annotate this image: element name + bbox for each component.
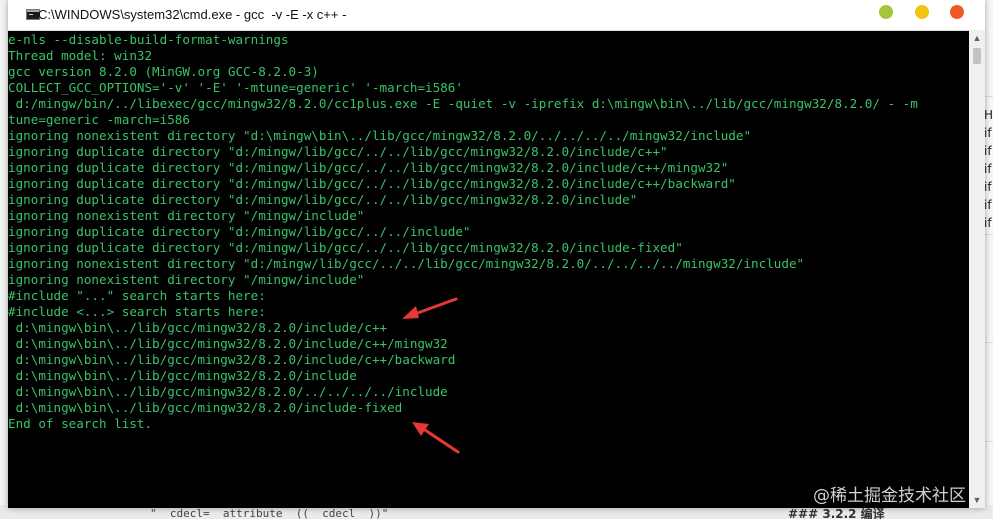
background-code: " cdecl= attribute (( cdecl ))" [150,507,389,519]
console-line: ignoring nonexistent directory "d:\mingw… [8,128,752,143]
console-line: ignoring duplicate directory "d:/mingw/l… [8,240,683,255]
annotation-arrow-lower [412,422,460,454]
background-text: if [984,198,992,212]
console-line: d:\mingw\bin\../lib/gcc/mingw32/8.2.0/..… [8,384,448,399]
console-line: ignoring nonexistent directory "/mingw/i… [8,272,365,287]
console-line: ignoring duplicate directory "d:/mingw/l… [8,192,638,207]
console-line: e-nls --disable-build-format-warnings [8,32,289,47]
console-line: COLLECT_GCC_OPTIONS='-v' '-E' '-mtune=ge… [8,80,463,95]
watermark: @稀土掘金技术社区 [813,486,966,506]
background-text: H [984,108,993,122]
background-text: if [984,180,992,194]
console-line: Thread model: win32 [8,48,153,63]
close-button[interactable] [950,5,964,19]
title-bar[interactable]: C:\WINDOWS\system32\cmd.exe - gcc -v -E … [8,0,985,31]
console-line: d:\mingw\bin\../lib/gcc/mingw32/8.2.0/in… [8,352,456,367]
console-line: d:/mingw/bin/../libexec/gcc/mingw32/8.2.… [8,96,918,111]
cmd-window: C:\WINDOWS\system32\cmd.exe - gcc -v -E … [8,0,985,508]
console-line: ignoring duplicate directory "d:/mingw/l… [8,224,471,239]
console-output[interactable]: e-nls --disable-build-format-warnings Thr… [8,30,969,508]
annotation-arrow-upper [402,297,458,319]
background-text: if [984,144,992,158]
console-line: ignoring nonexistent directory "/mingw/i… [8,208,365,223]
console-line: d:\mingw\bin\../lib/gcc/mingw32/8.2.0/in… [8,400,403,415]
console-line: d:\mingw\bin\../lib/gcc/mingw32/8.2.0/in… [8,320,388,335]
scroll-down-arrow-icon[interactable]: ▼ [969,492,985,508]
console-line: gcc version 8.2.0 (MinGW.org GCC-8.2.0-3… [8,64,319,79]
console-line: End of search list. [8,416,153,431]
console-line: ignoring duplicate directory "d:/mingw/l… [8,176,736,191]
console-line: d:\mingw\bin\../lib/gcc/mingw32/8.2.0/in… [8,368,357,383]
background-text: if [984,216,992,230]
background-text: if [984,126,992,140]
background-text: if [984,162,992,176]
console-line: d:\mingw\bin\../lib/gcc/mingw32/8.2.0/in… [8,336,448,351]
scroll-up-arrow-icon[interactable]: ▲ [969,30,985,46]
console-line: tune=generic -march=i586 [8,112,190,127]
window-title: C:\WINDOWS\system32\cmd.exe - gcc -v -E … [38,7,347,22]
scroll-thumb[interactable] [973,48,981,64]
vertical-scrollbar[interactable]: ▲ ▼ [969,30,985,508]
minimize-button[interactable] [915,5,929,19]
maximize-button[interactable] [879,5,893,19]
console-line: #include <...> search starts here: [8,304,266,319]
console-line: ignoring duplicate directory "d:/mingw/l… [8,160,729,175]
console-line: #include "..." search starts here: [8,288,266,303]
console-line: ignoring duplicate directory "d:/mingw/l… [8,144,668,159]
console-line: ignoring nonexistent directory "d:/mingw… [8,256,805,271]
